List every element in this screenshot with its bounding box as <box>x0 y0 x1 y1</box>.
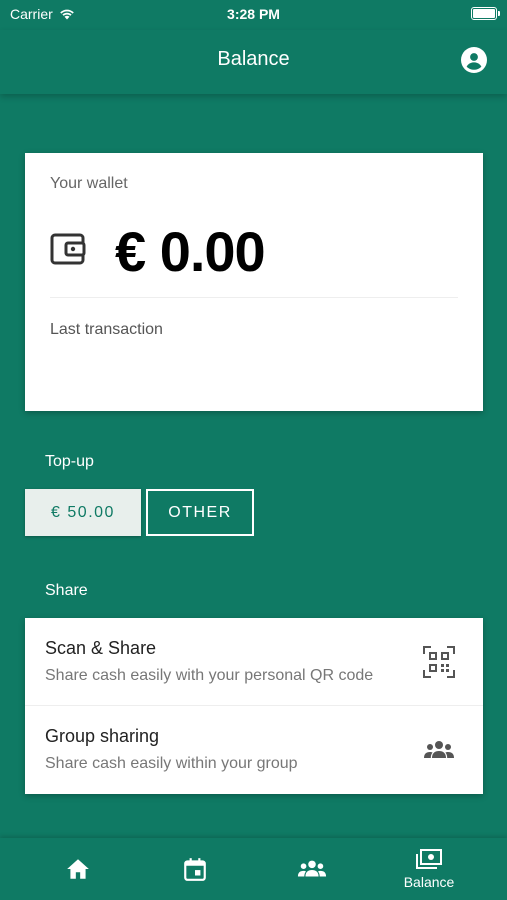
topup-section-title: Top-up <box>45 453 94 470</box>
bottom-navigation: Balance <box>0 838 507 900</box>
wallet-label: Your wallet <box>50 175 128 192</box>
group-sharing-item[interactable]: Group sharing Share cash easily within y… <box>25 706 483 794</box>
battery-icon <box>471 7 500 20</box>
qr-code-icon <box>423 646 455 678</box>
divider <box>50 297 458 298</box>
calendar-icon <box>184 858 206 881</box>
share-section-title: Share <box>45 582 88 599</box>
share-item-name: Scan & Share <box>45 638 157 658</box>
share-item-name: Group sharing <box>45 726 160 746</box>
page-title: Balance <box>217 48 290 70</box>
group-icon <box>297 860 327 877</box>
status-time: 3:28 PM <box>227 6 280 22</box>
topup-other-button[interactable]: OTHER <box>146 489 254 536</box>
nav-groups[interactable] <box>249 838 375 900</box>
share-item-description: Share cash easily within your group <box>45 755 298 772</box>
cash-icon <box>416 849 442 869</box>
wallet-icon <box>50 233 86 265</box>
wallet-balance: € 0.00 <box>115 220 266 283</box>
nav-balance-label: Balance <box>403 874 455 890</box>
last-transaction-label: Last transaction <box>50 321 163 338</box>
scan-share-item[interactable]: Scan & Share Share cash easily with your… <box>25 618 483 706</box>
status-bar: Carrier 3:28 PM <box>0 0 507 30</box>
topup-50-button[interactable]: € 50.00 <box>25 489 141 536</box>
share-card: Scan & Share Share cash easily with your… <box>25 618 483 794</box>
share-item-description: Share cash easily with your personal QR … <box>45 667 374 684</box>
account-icon[interactable] <box>461 47 487 73</box>
home-icon <box>67 859 89 879</box>
group-icon <box>424 741 454 758</box>
nav-home[interactable] <box>15 838 141 900</box>
nav-calendar[interactable] <box>132 838 258 900</box>
wallet-card: Your wallet € 0.00 Last transaction <box>25 153 483 411</box>
app-header: Balance <box>0 30 507 94</box>
nav-balance[interactable]: Balance <box>366 838 492 900</box>
